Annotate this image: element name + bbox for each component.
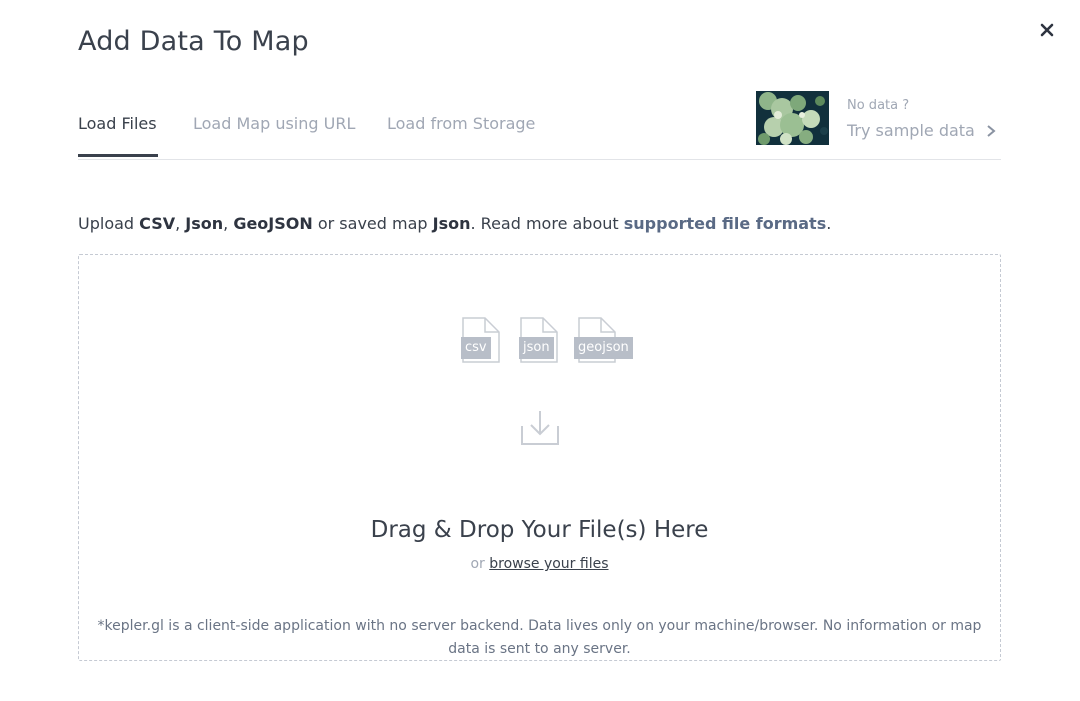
sample-map-thumbnail <box>756 91 829 145</box>
browse-files-link[interactable]: browse your files <box>489 556 608 572</box>
try-sample-data-label: Try sample data <box>847 121 975 140</box>
tab-load-files[interactable]: Load Files <box>78 88 157 158</box>
modal-title: Add Data To Map <box>78 26 309 57</box>
tab-load-storage[interactable]: Load from Storage <box>387 88 535 158</box>
geojson-format-label: GeoJSON <box>233 214 313 233</box>
csv-badge: csv <box>461 337 491 359</box>
file-dropzone[interactable]: csv json geojson Drag & Drop Your File(s… <box>78 254 1001 661</box>
browse-line: or browse your files <box>470 556 609 572</box>
supported-formats-link[interactable]: supported file formats <box>624 214 826 233</box>
json-format-label: Json <box>185 214 224 233</box>
csv-format-label: CSV <box>139 214 176 233</box>
active-tab-indicator <box>78 154 158 157</box>
chevron-right-icon <box>987 125 996 137</box>
upload-instructions: Upload CSV, Json, GeoJSON or saved map J… <box>78 214 832 233</box>
close-button[interactable] <box>1036 19 1058 41</box>
download-tray-icon <box>521 411 559 445</box>
privacy-disclaimer: *kepler.gl is a client-side application … <box>97 618 982 657</box>
no-data-label: No data ? <box>847 98 910 113</box>
tabs-bar: Load Files Load Map using URL Load from … <box>78 88 1001 160</box>
file-type-icons: csv json geojson <box>461 317 641 365</box>
map-json-label: Json <box>432 214 471 233</box>
close-icon <box>1040 23 1054 37</box>
geojson-badge: geojson <box>574 337 633 359</box>
sample-data-link[interactable]: No data ? Try sample data <box>756 91 1001 145</box>
json-badge: json <box>519 337 554 359</box>
tab-load-map-url[interactable]: Load Map using URL <box>193 88 355 158</box>
drag-drop-title: Drag & Drop Your File(s) Here <box>370 517 709 543</box>
